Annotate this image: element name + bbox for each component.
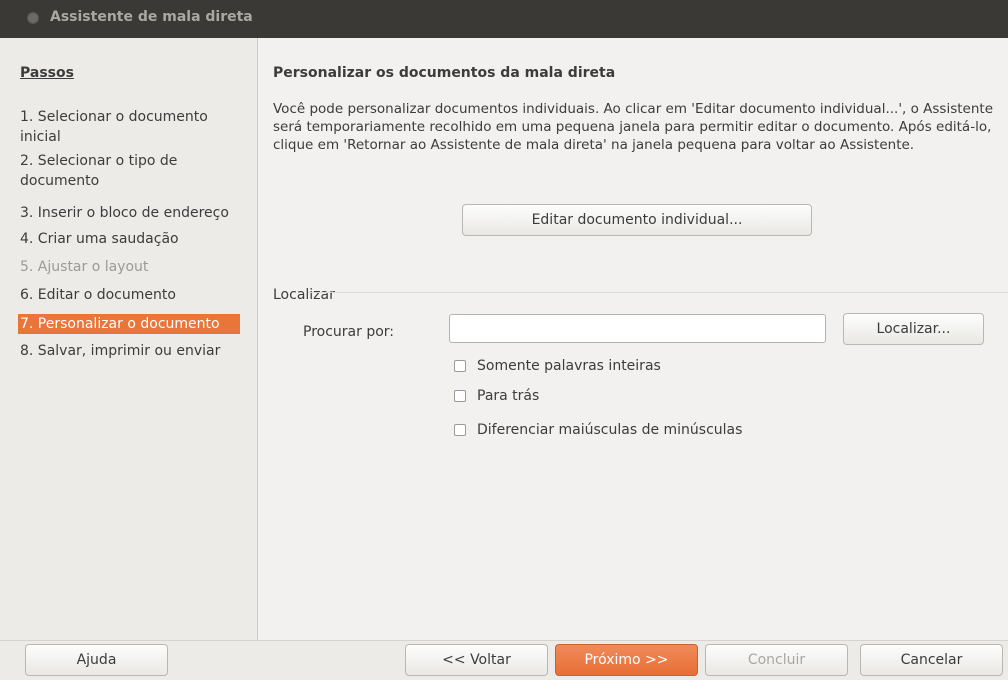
- description-text: Você pode personalizar documentos indivi…: [273, 101, 994, 153]
- help-button[interactable]: Ajuda: [25, 644, 168, 676]
- button-bar: Ajuda << Voltar Próximo >> Concluir Canc…: [0, 640, 1008, 680]
- step-insert-address-block[interactable]: 3. Inserir o bloco de endereço: [20, 203, 229, 223]
- main-panel: Personalizar os documentos da mala diret…: [258, 38, 1008, 640]
- edit-individual-document-button[interactable]: Editar documento individual...: [462, 204, 812, 236]
- step-create-salutation[interactable]: 4. Criar uma saudação: [20, 229, 179, 249]
- search-for-label: Procurar por:: [303, 324, 394, 340]
- window-title: Assistente de mala direta: [50, 9, 253, 25]
- checkbox-label: Diferenciar maiúsculas de minúsculas: [477, 422, 743, 438]
- steps-heading: Passos: [20, 65, 74, 81]
- step-select-document-type[interactable]: 2. Selecionar o tipo de documento: [20, 151, 240, 191]
- checkbox-label: Para trás: [477, 388, 540, 404]
- step-adjust-layout: 5. Ajustar o layout: [20, 259, 149, 275]
- checkbox-box[interactable]: [454, 424, 466, 436]
- checkbox-label: Somente palavras inteiras: [477, 358, 661, 374]
- title-bar: Assistente de mala direta: [0, 0, 1008, 38]
- match-case-checkbox[interactable]: Diferenciar maiúsculas de minúsculas: [454, 422, 742, 438]
- step-edit-document[interactable]: 6. Editar o documento: [20, 285, 176, 305]
- steps-sidebar: Passos 1. Selecionar o documento inicial…: [0, 38, 258, 640]
- backwards-checkbox[interactable]: Para trás: [454, 388, 539, 404]
- back-button[interactable]: << Voltar: [405, 644, 548, 676]
- cancel-button[interactable]: Cancelar: [860, 644, 1003, 676]
- window-close-icon[interactable]: [27, 12, 39, 24]
- page-title: Personalizar os documentos da mala diret…: [273, 65, 616, 81]
- whole-words-checkbox[interactable]: Somente palavras inteiras: [454, 358, 661, 374]
- checkbox-box[interactable]: [454, 360, 466, 372]
- search-input[interactable]: [449, 314, 826, 343]
- step-select-start-document[interactable]: 1. Selecionar o documento inicial: [20, 107, 240, 147]
- find-section-divider: [308, 292, 1008, 293]
- find-button[interactable]: Localizar...: [843, 313, 984, 345]
- step-personalize-document[interactable]: 7. Personalizar o documento: [18, 314, 240, 334]
- checkbox-box[interactable]: [454, 390, 466, 402]
- finish-button: Concluir: [705, 644, 848, 676]
- next-button[interactable]: Próximo >>: [555, 644, 698, 676]
- step-save-print-send[interactable]: 8. Salvar, imprimir ou enviar: [20, 341, 220, 361]
- find-section-label: Localizar: [273, 287, 335, 303]
